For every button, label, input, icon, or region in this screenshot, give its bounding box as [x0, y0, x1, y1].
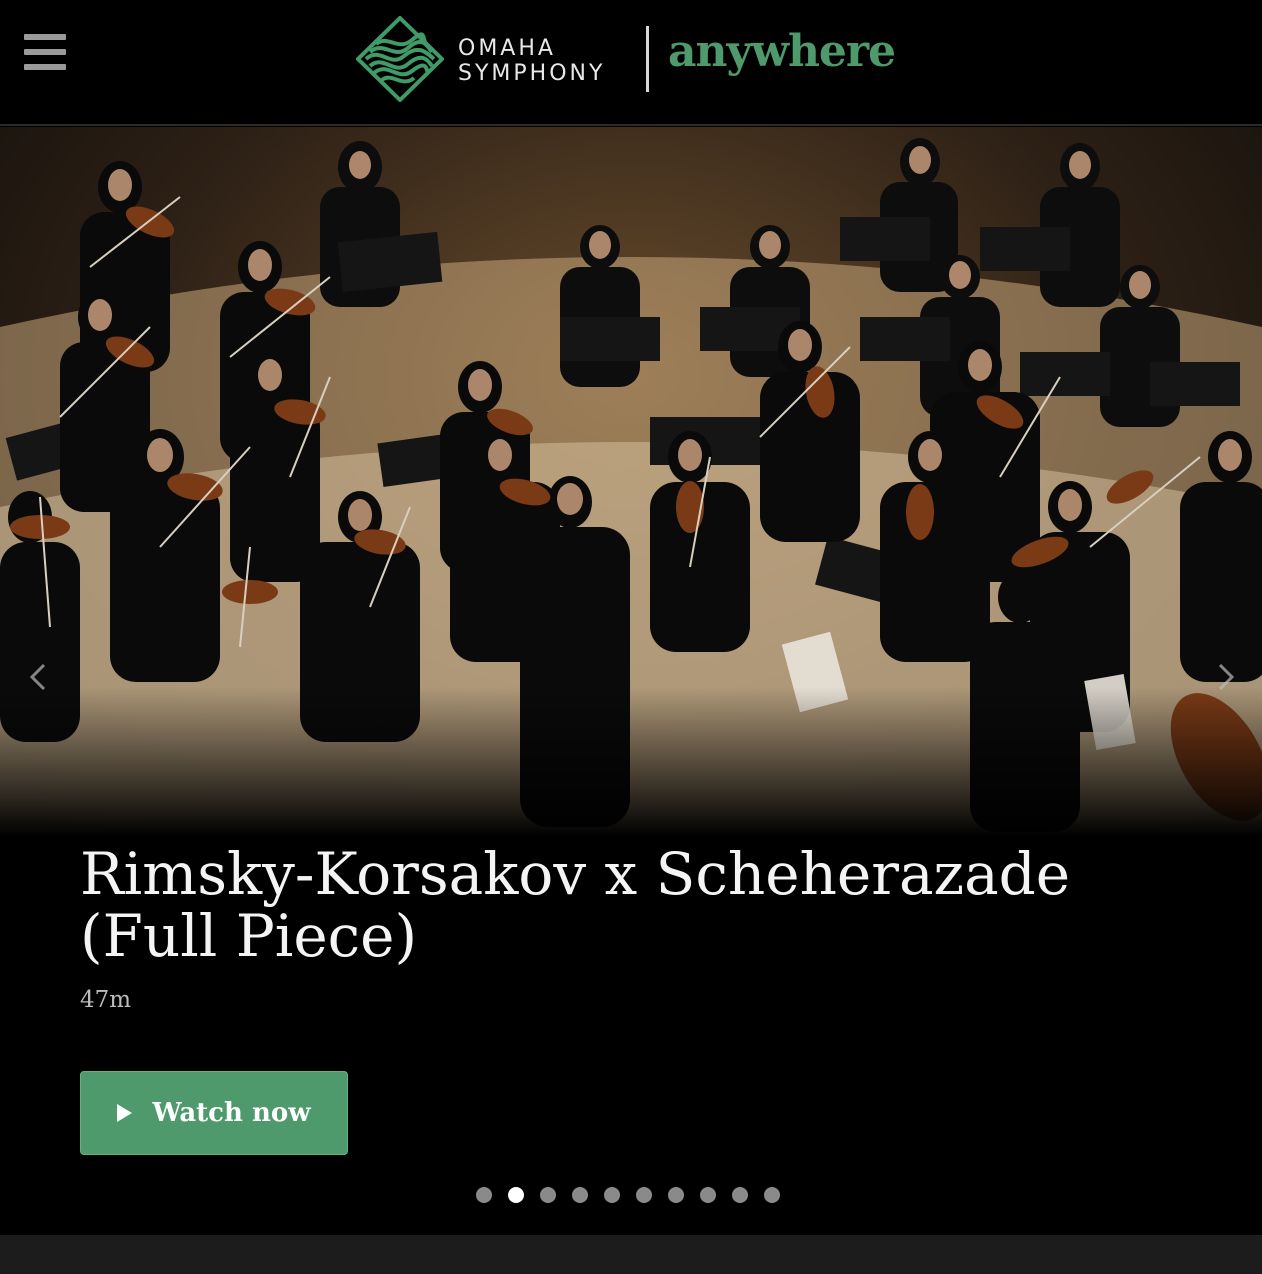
carousel-dot[interactable] — [572, 1187, 588, 1203]
carousel-dot[interactable] — [604, 1187, 620, 1203]
carousel-dot[interactable] — [636, 1187, 652, 1203]
carousel-dot[interactable] — [476, 1187, 492, 1203]
watch-now-label: Watch now — [152, 1098, 311, 1128]
carousel-pagination — [476, 1187, 780, 1203]
hero-image — [0, 127, 1262, 835]
hero-image-fade — [0, 687, 1262, 835]
carousel-dot[interactable] — [764, 1187, 780, 1203]
logo-line-symphony: SYMPHONY — [458, 61, 606, 86]
logo-mark-icon — [356, 16, 444, 102]
play-icon — [117, 1104, 133, 1122]
carousel-dot[interactable] — [700, 1187, 716, 1203]
video-title: Rimsky-Korsakov x Scheherazade (Full Pie… — [80, 840, 1071, 970]
video-duration: 47m — [80, 987, 132, 1013]
carousel-dot[interactable] — [668, 1187, 684, 1203]
site-header: OMAHA SYMPHONY anywhere — [0, 0, 1262, 126]
chevron-right-icon[interactable] — [1210, 657, 1240, 697]
carousel-dot[interactable] — [540, 1187, 556, 1203]
carousel-dot[interactable] — [732, 1187, 748, 1203]
hamburger-icon[interactable] — [24, 34, 66, 70]
carousel-dot-active[interactable] — [508, 1187, 524, 1203]
bottom-section-bar — [0, 1235, 1262, 1274]
hero-carousel: Rimsky-Korsakov x Scheherazade (Full Pie… — [0, 127, 1262, 1235]
logo-anywhere: anywhere — [668, 26, 896, 77]
logo-line-omaha: OMAHA — [458, 36, 556, 61]
omaha-symphony-anywhere-logo[interactable]: OMAHA SYMPHONY anywhere — [356, 16, 916, 102]
chevron-left-icon[interactable] — [24, 657, 54, 697]
watch-now-button[interactable]: Watch now — [80, 1071, 348, 1155]
logo-divider — [646, 26, 649, 92]
logo-wordmark: OMAHA SYMPHONY — [458, 36, 605, 86]
